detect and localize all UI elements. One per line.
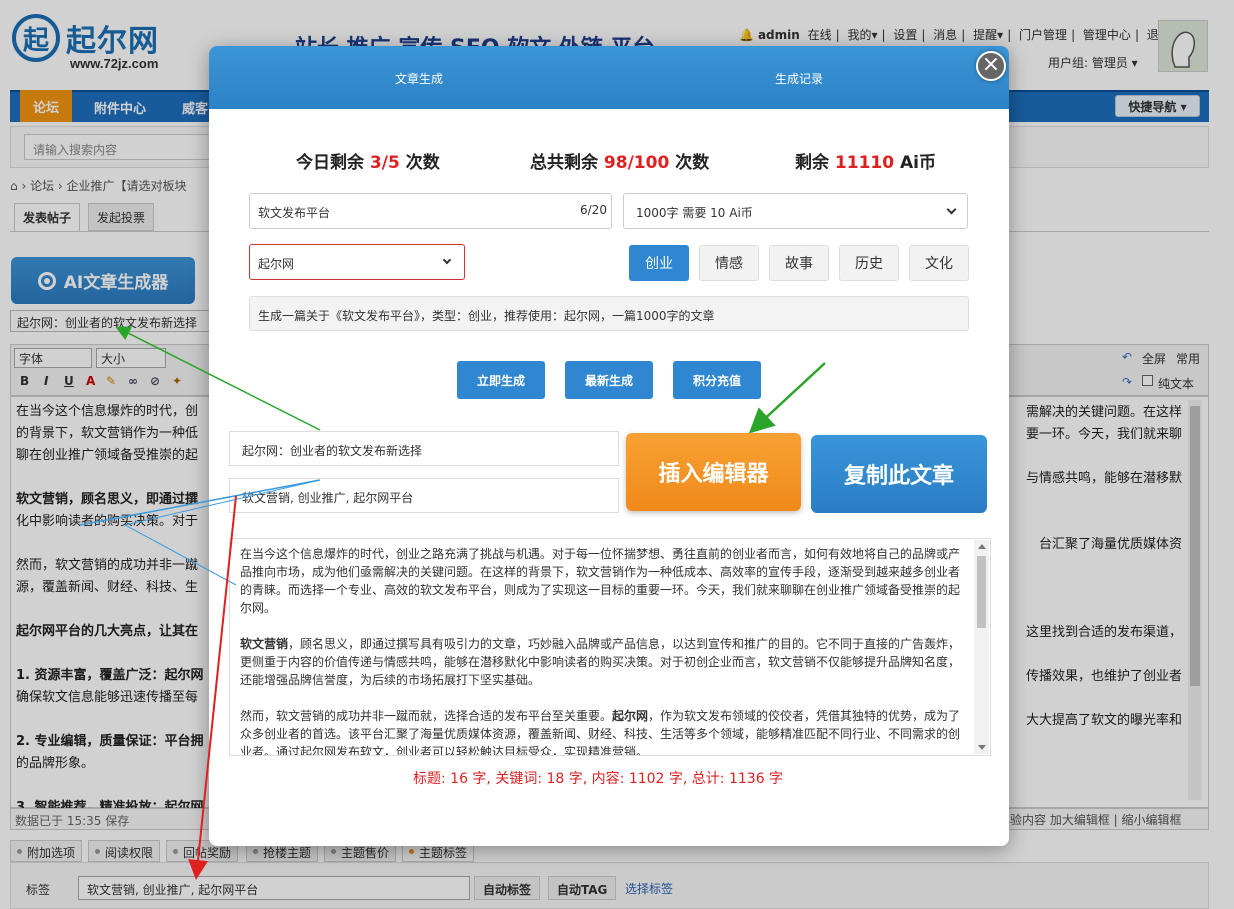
arrow-blue-a: [79, 479, 321, 526]
arrow-green-title: [115, 326, 321, 431]
arrow-green-insert: [748, 362, 826, 434]
arrow-red-tags: [188, 495, 237, 880]
annotation-arrows: [79, 326, 826, 880]
arrow-blue-c: [124, 524, 237, 586]
arrow-blue-b: [124, 479, 321, 526]
